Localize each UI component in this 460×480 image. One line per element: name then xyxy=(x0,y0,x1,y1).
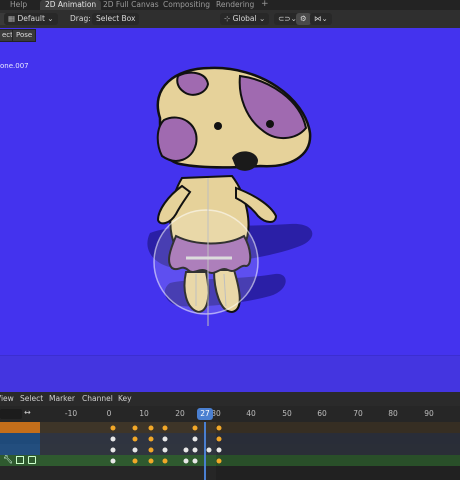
keyframe[interactable] xyxy=(132,458,138,464)
timeline-menu-marker[interactable]: Marker xyxy=(49,394,75,403)
frame-tick: 90 xyxy=(424,409,434,418)
keyframe[interactable] xyxy=(148,436,154,442)
keyframe[interactable] xyxy=(162,436,168,442)
transform-orientation-dropdown[interactable]: ⊹ Global ⌄ xyxy=(220,13,270,25)
snap-options-dropdown[interactable]: ⋈⌄ xyxy=(310,13,332,25)
frame-tick: 20 xyxy=(175,409,185,418)
viewport-bottom-area[interactable] xyxy=(0,355,460,392)
summary-channel-header[interactable] xyxy=(0,422,40,433)
wrench-icon[interactable]: 🔧︎ xyxy=(3,455,13,464)
tab-2d-full-canvas[interactable]: 2D Full Canvas xyxy=(98,0,164,10)
keyframe[interactable] xyxy=(162,458,168,464)
keyframe[interactable] xyxy=(192,458,198,464)
frame-tick: -10 xyxy=(64,409,78,418)
current-frame-indicator[interactable]: 27 xyxy=(197,408,213,420)
checkbox-icon[interactable] xyxy=(16,456,24,464)
head-purple-patch-top xyxy=(176,71,210,96)
playhead-line xyxy=(204,422,206,480)
layer-mode-label: Default xyxy=(17,14,45,23)
frame-tick: 0 xyxy=(106,409,112,418)
keyframe[interactable] xyxy=(216,458,222,464)
keyframe[interactable] xyxy=(110,458,116,464)
keyframe[interactable] xyxy=(162,447,168,453)
snap-target-icon: ⋈⌄ xyxy=(314,14,328,23)
add-workspace-button[interactable]: + xyxy=(256,0,274,10)
keyframe[interactable] xyxy=(192,447,198,453)
timeline-menu-channel[interactable]: Channel xyxy=(82,394,113,403)
right-eye xyxy=(266,120,274,128)
snap-toggle[interactable]: ⚙ xyxy=(296,13,311,25)
keyframe[interactable] xyxy=(183,447,189,453)
3d-viewport[interactable]: ect Pose one.007 xyxy=(0,28,460,355)
keyframe[interactable] xyxy=(148,447,154,453)
keyframe[interactable] xyxy=(216,425,222,431)
left-eye xyxy=(214,122,222,130)
layer-mode-dropdown[interactable]: ▦ Default ⌄ xyxy=(4,13,58,25)
frame-tick: 40 xyxy=(246,409,256,418)
keyframe[interactable] xyxy=(206,447,212,453)
frame-tick: 70 xyxy=(353,409,363,418)
timeline-menu-select[interactable]: Select xyxy=(20,394,43,403)
bone-selection-sphere[interactable] xyxy=(153,209,259,315)
tab-compositing[interactable]: Compositing xyxy=(158,0,215,10)
character-canvas[interactable] xyxy=(0,28,460,355)
lock-icon[interactable] xyxy=(28,456,36,464)
timeline-header: View Select Marker Channel Key xyxy=(0,392,460,406)
keyframe[interactable] xyxy=(110,436,116,442)
tab-2d-animation[interactable]: 2D Animation xyxy=(40,0,102,10)
frame-tick: 60 xyxy=(317,409,327,418)
keyframe[interactable] xyxy=(183,458,189,464)
swap-arrows-icon[interactable]: ↔ xyxy=(24,408,31,417)
keyframe[interactable] xyxy=(132,436,138,442)
help-menu[interactable]: Help xyxy=(5,0,32,10)
active-object-label: one.007 xyxy=(0,62,29,70)
object-channel-header[interactable] xyxy=(0,433,40,444)
keyframe[interactable] xyxy=(162,425,168,431)
action-channel-header[interactable] xyxy=(0,444,40,455)
channel-search-field[interactable] xyxy=(0,409,22,419)
drag-label: Drag: xyxy=(70,14,91,23)
viewport-header: ▦ Default ⌄ Drag: Select Box ⊹ Global ⌄ … xyxy=(0,10,460,28)
keyframe[interactable] xyxy=(132,447,138,453)
timeline-menu-key[interactable]: Key xyxy=(118,394,132,403)
drag-tool-dropdown[interactable]: Select Box xyxy=(92,13,140,25)
chevron-down-icon: ⌄ xyxy=(256,14,266,23)
keyframe[interactable] xyxy=(110,425,116,431)
keyframe[interactable] xyxy=(192,436,198,442)
pose-mode-button[interactable]: Pose xyxy=(12,29,37,42)
keyframe[interactable] xyxy=(148,458,154,464)
keyframe[interactable] xyxy=(110,447,116,453)
snap-icon: ⚙ xyxy=(300,14,307,23)
orientation-label: Global xyxy=(232,14,257,23)
out-of-range-shading xyxy=(216,422,460,480)
keyframe[interactable] xyxy=(148,425,154,431)
timeline-frame-ruler[interactable]: ↔ -10 0 10 20 30 40 50 60 70 80 90 27 xyxy=(0,406,460,422)
drag-tool-value: Select Box xyxy=(96,14,136,23)
timeline-menu-view[interactable]: View xyxy=(0,394,14,403)
orientation-icon: ⊹ xyxy=(224,14,233,23)
keyframe[interactable] xyxy=(216,436,222,442)
keyframe[interactable] xyxy=(216,447,222,453)
head-purple-patch-left xyxy=(156,116,198,162)
link-icon: ⊂⊃⌄ xyxy=(278,14,297,23)
keyframe[interactable] xyxy=(192,425,198,431)
chevron-down-icon: ⌄ xyxy=(44,14,54,23)
workspace-tab-bar: Help 2D Animation 2D Full Canvas Composi… xyxy=(0,0,460,10)
dopesheet-channels[interactable]: 🔧︎ xyxy=(0,422,460,480)
frame-tick: 10 xyxy=(139,409,149,418)
tab-rendering[interactable]: Rendering xyxy=(211,0,259,10)
keyframe[interactable] xyxy=(132,425,138,431)
frame-tick: 50 xyxy=(282,409,292,418)
frame-tick: 80 xyxy=(388,409,398,418)
